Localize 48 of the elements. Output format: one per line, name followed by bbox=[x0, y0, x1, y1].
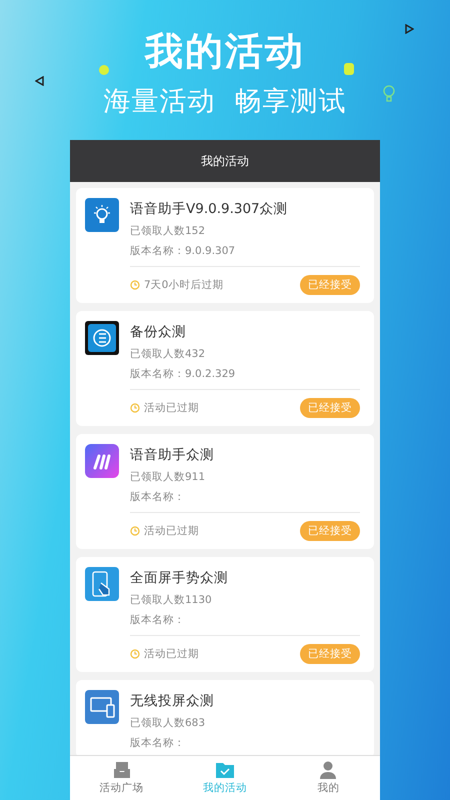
clock-icon bbox=[130, 403, 140, 413]
expiry-status: 活动已过期 bbox=[144, 401, 199, 415]
screen-cast-icon bbox=[85, 690, 119, 724]
banner-subtitle: 海量活动 畅享测试 bbox=[103, 85, 347, 119]
version-name: 版本名称： bbox=[130, 736, 186, 750]
expiry-status: 活动已过期 bbox=[144, 647, 199, 661]
expiry-status: 7天0小时后过期 bbox=[144, 278, 224, 292]
lightbulb-icon bbox=[383, 85, 395, 103]
clock-icon bbox=[130, 280, 140, 290]
participant-count: 已领取人数683 bbox=[130, 716, 206, 730]
version-name: 版本名称：9.0.2.329 bbox=[130, 367, 236, 381]
version-name: 版本名称： bbox=[130, 490, 186, 504]
triangle-icon bbox=[35, 76, 45, 86]
participant-count: 已领取人数1130 bbox=[130, 593, 213, 607]
gesture-icon bbox=[85, 567, 119, 601]
nav-tab[interactable]: 我的 bbox=[276, 756, 380, 800]
lightbulb-icon bbox=[85, 198, 119, 232]
participant-count: 已领取人数911 bbox=[130, 470, 206, 484]
activity-title: 无线投屏众测 bbox=[130, 692, 214, 710]
activity-title: 备份众测 bbox=[130, 323, 187, 341]
version-name: 版本名称：9.0.9.307 bbox=[130, 244, 236, 258]
banner-title: 我的活动 bbox=[145, 28, 305, 75]
person-icon bbox=[318, 761, 338, 779]
activity-title: 语音助手众测 bbox=[130, 446, 214, 464]
tab-label: 我的活动 bbox=[202, 781, 247, 795]
clock-icon bbox=[130, 649, 140, 659]
tab-label: 活动广场 bbox=[100, 781, 144, 795]
tab-label: 我的 bbox=[317, 781, 340, 795]
folder-check-icon bbox=[214, 761, 235, 779]
activity-card[interactable]: 语音助手众测 已领取人数911 版本名称： 活动已过期 已经接受 bbox=[76, 434, 374, 549]
backup-icon bbox=[85, 321, 119, 355]
triangle-icon bbox=[404, 24, 414, 34]
activity-title: 语音助手V9.0.9.307众测 bbox=[130, 200, 288, 218]
page-title: 我的活动 bbox=[70, 140, 380, 182]
nav-tab[interactable]: 我的活动 bbox=[173, 756, 277, 800]
activity-card[interactable]: 无线投屏众测 已领取人数683 版本名称： bbox=[76, 680, 374, 755]
version-name: 版本名称： bbox=[130, 613, 186, 627]
participant-count: 已领取人数432 bbox=[130, 347, 206, 361]
nav-tab[interactable]: 活动广场 bbox=[70, 756, 174, 800]
activity-card[interactable]: 语音助手V9.0.9.307众测 已领取人数152 版本名称：9.0.9.307 7天0小时后过期 已经接受 bbox=[76, 188, 374, 303]
activity-title: 全面屏手势众测 bbox=[130, 569, 228, 587]
assistant-icon bbox=[85, 444, 119, 478]
activity-card[interactable]: 备份众测 已领取人数432 版本名称：9.0.2.329 活动已过期 已经接受 bbox=[76, 311, 374, 426]
activity-card[interactable]: 全面屏手势众测 已领取人数1130 版本名称： 活动已过期 已经接受 bbox=[76, 557, 374, 672]
clock-icon bbox=[130, 526, 140, 536]
inbox-icon bbox=[112, 761, 132, 779]
expiry-status: 活动已过期 bbox=[144, 524, 199, 538]
participant-count: 已领取人数152 bbox=[130, 224, 206, 238]
